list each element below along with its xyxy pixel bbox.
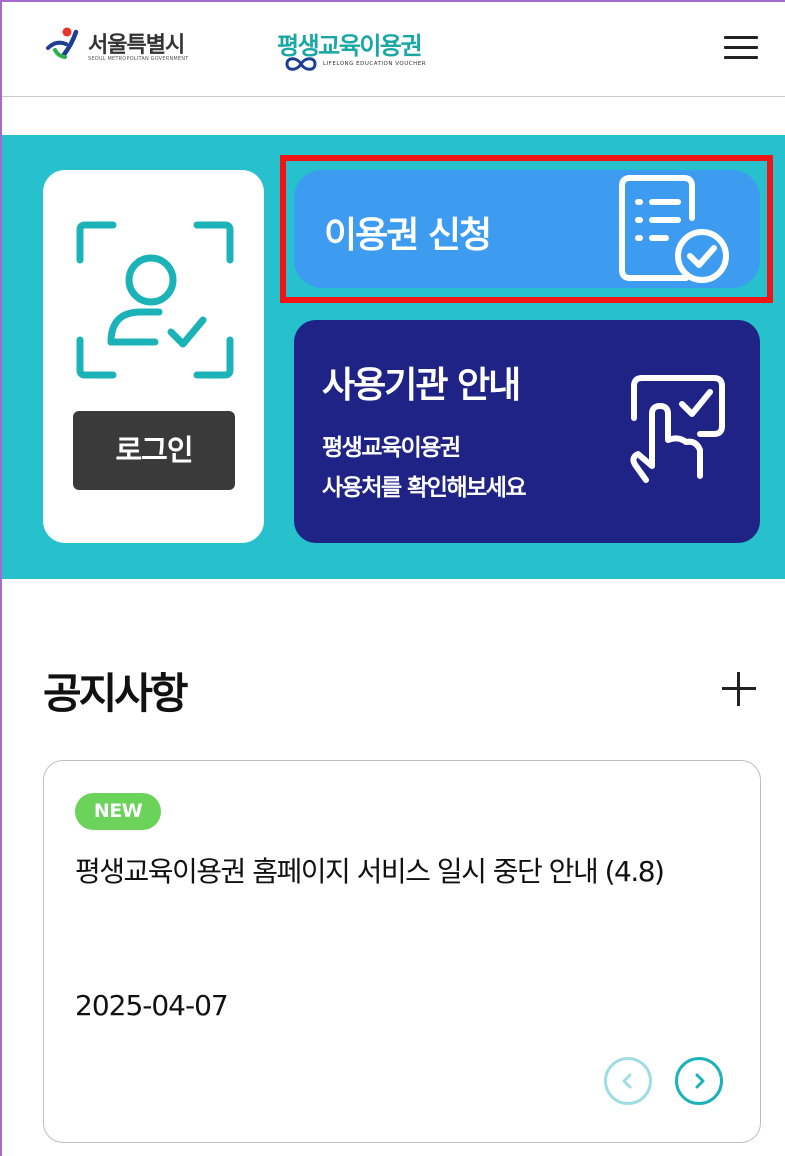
document-check-icon bbox=[619, 175, 729, 283]
chevron-left-glyph bbox=[622, 1073, 632, 1089]
chevron-left-icon[interactable] bbox=[604, 1057, 652, 1105]
voucher-apply-title: 이용권 신청 bbox=[324, 215, 492, 256]
notice-date: 2025-04-07 bbox=[75, 989, 229, 1022]
menu-line bbox=[724, 36, 758, 39]
infinity-icon bbox=[285, 57, 317, 71]
menu-line bbox=[724, 56, 758, 59]
voucher-logo-subtext: LIFELONG EDUCATION VOUCHER bbox=[323, 61, 427, 67]
touch-screen-check-icon bbox=[630, 375, 725, 483]
site-header: 서울특별시 SEOUL METROPOLITAN GOVERNMENT 평생교육… bbox=[2, 2, 785, 97]
seoul-logo-subtext: SEOUL METROPOLITAN GOVERNMENT bbox=[88, 56, 189, 62]
notice-section-title: 공지사항 bbox=[43, 669, 189, 718]
voucher-apply-button[interactable]: 이용권 신청 bbox=[294, 170, 760, 288]
face-scan-user-icon bbox=[76, 221, 234, 379]
hamburger-menu-icon[interactable] bbox=[724, 32, 758, 62]
seoul-logo[interactable]: 서울특별시 SEOUL METROPOLITAN GOVERNMENT bbox=[46, 24, 216, 68]
chevron-right-glyph bbox=[695, 1073, 705, 1089]
menu-line bbox=[724, 46, 758, 49]
notice-title-link[interactable]: 평생교육이용권 홈페이지 서비스 일시 중단 안내 (4.8) bbox=[75, 843, 715, 900]
login-card[interactable]: 로그인 bbox=[43, 170, 264, 543]
seoul-logo-text: 서울특별시 bbox=[88, 33, 185, 58]
plus-icon-vertical bbox=[737, 672, 740, 706]
institution-guide-desc-line1: 평생교육이용권 bbox=[322, 435, 461, 461]
login-button[interactable]: 로그인 bbox=[73, 411, 235, 490]
institution-guide-button[interactable]: 사용기관 안내 평생교육이용권 사용처를 확인해보세요 bbox=[294, 320, 760, 543]
notice-card[interactable]: NEW 평생교육이용권 홈페이지 서비스 일시 중단 안내 (4.8) 2025… bbox=[43, 760, 761, 1143]
plus-icon[interactable] bbox=[722, 672, 756, 706]
seoul-mark-icon bbox=[46, 27, 79, 59]
institution-guide-title: 사용기관 안내 bbox=[322, 365, 521, 406]
institution-guide-desc-line2: 사용처를 확인해보세요 bbox=[322, 475, 527, 501]
new-badge: NEW bbox=[75, 793, 161, 830]
chevron-right-icon[interactable] bbox=[675, 1057, 723, 1105]
institution-guide-description: 평생교육이용권 사용처를 확인해보세요 bbox=[322, 428, 527, 508]
voucher-logo[interactable]: 평생교육이용권 LIFELONG EDUCATION VOUCHER bbox=[277, 24, 457, 74]
